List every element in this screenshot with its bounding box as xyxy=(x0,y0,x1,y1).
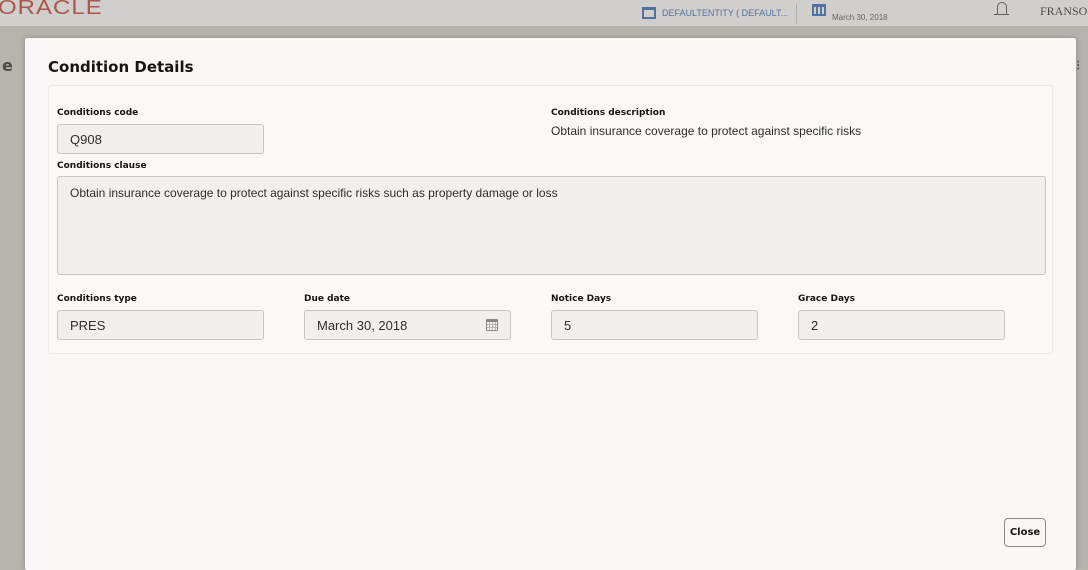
conditions-code-field[interactable]: Q908 xyxy=(57,124,264,154)
grace-days-label: Grace Days xyxy=(798,294,855,304)
conditions-type-label: Conditions type xyxy=(57,294,137,304)
conditions-clause-field[interactable]: Obtain insurance coverage to protect aga… xyxy=(57,176,1046,275)
notice-days-field[interactable]: 5 xyxy=(551,310,758,340)
close-button[interactable]: Close xyxy=(1004,518,1046,547)
grace-days-field[interactable]: 2 xyxy=(798,310,1005,340)
notice-days-label: Notice Days xyxy=(551,294,612,304)
conditions-clause-label: Conditions clause xyxy=(57,161,147,171)
dialog-title: Condition Details xyxy=(48,58,194,76)
calendar-icon[interactable] xyxy=(486,319,498,331)
due-date-label: Due date xyxy=(304,294,351,304)
conditions-type-field[interactable]: PRES xyxy=(57,310,264,340)
condition-details-card: Conditions code Q908 Conditions descript… xyxy=(48,85,1053,354)
due-date-field[interactable]: March 30, 2018 xyxy=(304,310,511,340)
condition-details-dialog: Condition Details Conditions code Q908 C… xyxy=(25,38,1076,570)
conditions-description-value: Obtain insurance coverage to protect aga… xyxy=(551,124,862,138)
conditions-description-label: Conditions description xyxy=(551,108,666,118)
conditions-code-label: Conditions code xyxy=(57,108,139,118)
due-date-value: March 30, 2018 xyxy=(317,317,408,333)
